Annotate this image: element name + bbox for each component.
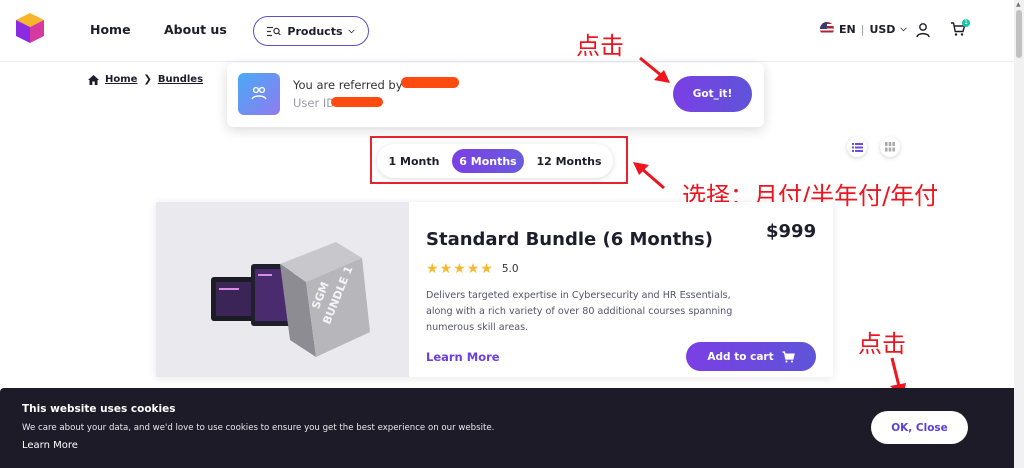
nav-about-link[interactable]: About us [164,22,227,37]
rating-value: 5.0 [501,263,519,275]
product-image: SGM BUNDLE 1 [156,202,409,377]
logo-cube-icon[interactable] [13,11,47,45]
locale-separator: | [860,22,865,36]
cookie-title: This website uses cookies [22,403,176,415]
breadcrumb-home-link[interactable]: Home [105,74,137,85]
add-to-cart-label: Add to cart [707,350,774,363]
grid-view-button[interactable] [880,137,900,157]
annotation-arrow-icon [639,56,670,83]
grid-view-icon [885,142,895,152]
period-option-12-months[interactable]: 12 Months [528,149,610,173]
chevron-down-icon: ⌵ [900,24,907,33]
period-option-1-month[interactable]: 1 Month [379,149,449,173]
us-flag-icon [820,22,834,36]
cookie-text: We care about your data, and we'd love t… [22,423,495,433]
locale-selector[interactable]: EN | USD ⌵ [820,22,907,36]
annotation-arrow-icon [633,162,665,190]
home-icon [88,74,99,85]
site-header: Home About us Products ⌵ EN | USD ⌵ 1 [0,0,1014,62]
referral-popup: You are referred by User ID Got_it! [227,63,764,127]
breadcrumb: Home ❯ Bundles [88,74,203,85]
list-view-icon [851,142,863,152]
chevron-down-icon: ⌵ [348,26,355,35]
cookie-banner: This website uses cookies We care about … [0,388,1014,468]
currency-label: USD [869,22,896,36]
star-icon: ★ [466,261,480,277]
product-title: Standard Bundle (6 Months) [426,229,713,250]
product-description: Delivers targeted expertise in Cybersecu… [426,290,733,333]
cart-icon [782,350,795,362]
star-icon: ★ [453,261,466,277]
breadcrumb-bundles-link[interactable]: Bundles [158,74,203,85]
nav-home-link[interactable]: Home [90,22,131,37]
cart-count-badge: 1 [962,19,970,27]
star-icon: ★ [439,261,453,277]
add-to-cart-button[interactable]: Add to cart [686,342,816,371]
products-dropdown-button[interactable]: Products ⌵ [253,16,369,46]
scrollbar-thumb[interactable] [1016,10,1022,58]
product-rating: ★ ★ ★ ★ ★ 5.0 [426,262,519,276]
product-price: $999 [766,221,817,242]
user-account-icon[interactable] [915,22,931,38]
annotation-click-bottom: 点击 [858,330,906,358]
page-scrollbar[interactable]: ▲ [1014,0,1024,468]
annotation-click-top: 点击 [576,32,624,60]
referral-text: You are referred by [293,78,403,92]
chevron-right-icon: ❯ [143,74,152,85]
referral-user-id-label: User ID [293,96,336,110]
language-label: EN [839,22,856,36]
billing-period-switch: 1 Month 6 Months 12 Months [377,144,613,178]
list-view-button[interactable] [847,137,867,157]
redaction-mark [331,97,383,107]
products-label: Products [287,24,343,38]
product-card: SGM BUNDLE 1 Standard Bundle (6 Months) … [156,202,833,377]
star-icon: ★ [426,261,439,277]
period-option-6-months[interactable]: 6 Months [452,149,524,173]
star-icon: ★ [480,261,493,277]
cookie-ok-close-button[interactable]: OK, Close [871,411,968,444]
scroll-up-arrow-icon[interactable]: ▲ [1016,1,1021,8]
got-it-button[interactable]: Got_it! [673,76,752,112]
referral-people-icon [238,73,280,115]
learn-more-link[interactable]: Learn More [426,350,500,364]
cookie-learn-more-link[interactable]: Learn More [22,440,78,451]
redaction-mark [401,77,459,88]
products-menu-search-icon [267,26,282,36]
